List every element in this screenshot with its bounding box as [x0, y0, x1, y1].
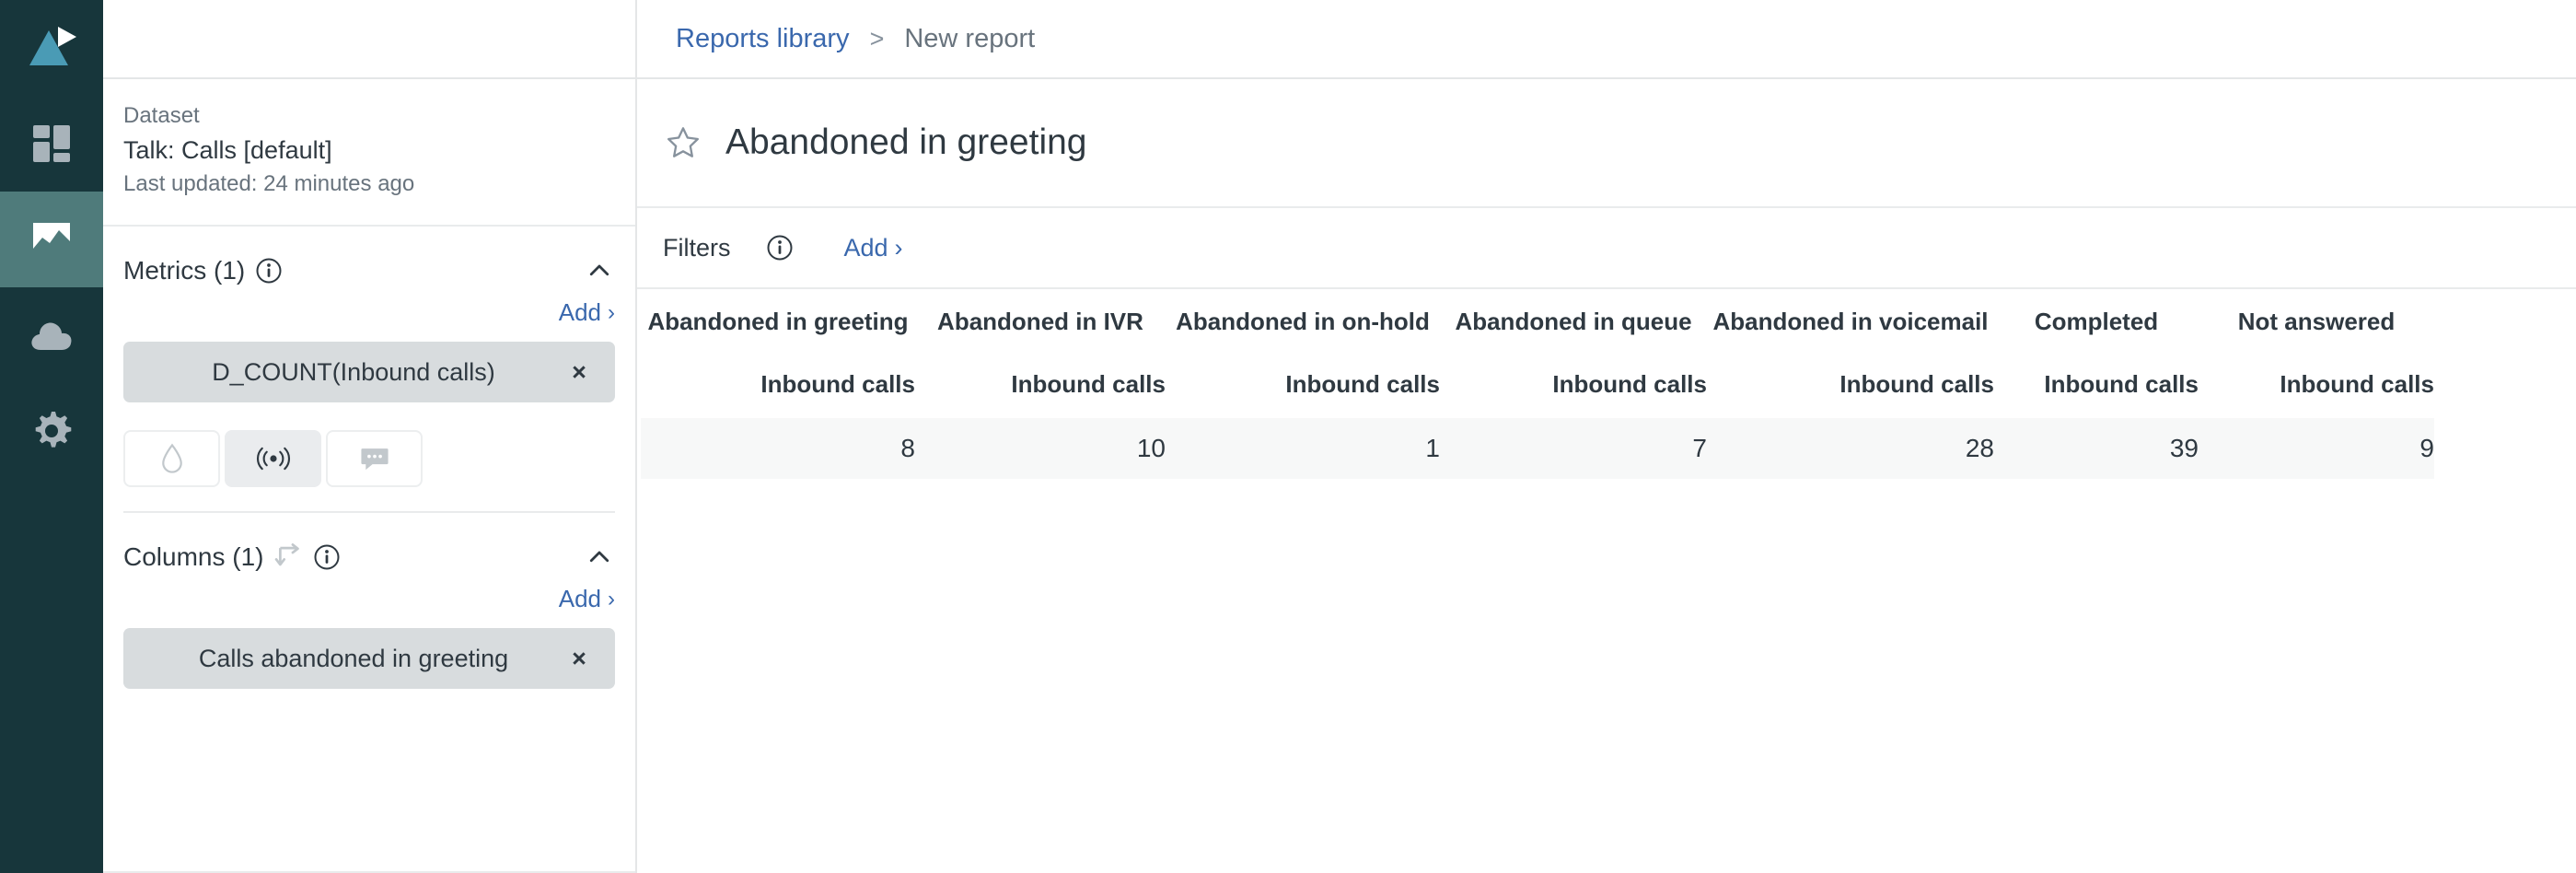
- columns-add-label: Add: [558, 585, 601, 612]
- column-chip[interactable]: Calls abandoned in greeting ×: [123, 628, 615, 689]
- table-cell: 9: [2419, 434, 2434, 462]
- chevron-up-icon[interactable]: [584, 255, 615, 286]
- metrics-add-button[interactable]: Add ›: [559, 298, 615, 327]
- columns-section: Columns (1) Add › Calls abandoned in gre…: [103, 513, 635, 689]
- columns-title: Columns (1): [123, 542, 264, 571]
- table-subcolumn-header[interactable]: Inbound calls: [2199, 350, 2434, 418]
- report-table-container: Abandoned in greeting Abandoned in IVR Aba…: [637, 289, 2576, 873]
- panel-filler: [103, 689, 635, 871]
- columns-add-button[interactable]: Add ›: [559, 585, 615, 613]
- info-icon[interactable]: [255, 257, 283, 285]
- table-cell: 28: [1965, 434, 1994, 462]
- report-table-head: Abandoned in greeting Abandoned in IVR Aba…: [641, 293, 2434, 418]
- dataset-label: Dataset: [123, 103, 200, 128]
- report-config-panel: Dataset Talk: Calls [default] Last updat…: [103, 0, 637, 873]
- metrics-add-caret: ›: [608, 299, 615, 325]
- toggle-drop[interactable]: [123, 430, 220, 487]
- remove-column-icon[interactable]: ×: [563, 645, 595, 673]
- table-header-row: Abandoned in greeting Abandoned in IVR Aba…: [641, 293, 2434, 350]
- metrics-add-row: Add ›: [123, 291, 615, 342]
- chart-icon: [29, 217, 74, 262]
- columns-add-row: Add ›: [123, 577, 615, 628]
- main-content: Reports library > New report Abandoned i…: [637, 0, 2576, 873]
- dataset-name: Talk: Calls [default]: [123, 136, 332, 164]
- info-icon[interactable]: [313, 543, 341, 571]
- filters-bar: Filters Add ›: [637, 208, 2576, 289]
- breadcrumb-current: New report: [904, 23, 1036, 53]
- panel-top-spacer: [103, 0, 635, 79]
- metric-chip[interactable]: D_COUNT(Inbound calls) ×: [123, 342, 615, 402]
- metrics-add-label: Add: [558, 298, 601, 326]
- dataset-last-updated: Last updated: 24 minutes ago: [123, 171, 415, 196]
- table-column-header[interactable]: Abandoned in queue: [1440, 293, 1707, 350]
- table-column-header[interactable]: Abandoned in voicemail: [1707, 293, 1994, 350]
- cloud-upload-icon: [29, 315, 75, 355]
- table-subheader-row: Inbound calls Inbound calls Inbound calls I…: [641, 350, 2434, 418]
- toggle-comment[interactable]: [326, 430, 423, 487]
- sidebar-item-settings[interactable]: [0, 383, 103, 479]
- table-cell: 7: [1692, 434, 1707, 462]
- table-subcolumn-header[interactable]: Inbound calls: [1994, 350, 2199, 418]
- explore-logo-icon[interactable]: [0, 0, 103, 96]
- droplet-icon: [158, 443, 186, 474]
- table-column-header[interactable]: Abandoned in on-hold: [1166, 293, 1440, 350]
- table-column-header[interactable]: Abandoned in greeting: [641, 293, 915, 350]
- filters-add-label: Add: [843, 233, 888, 262]
- report-table-body: 8 10 1 7 28 39 9: [641, 418, 2434, 479]
- breadcrumb: Reports library > New report: [637, 0, 2576, 79]
- gear-icon: [29, 409, 74, 453]
- table-cell: 10: [1136, 434, 1166, 462]
- table-column-header[interactable]: Not answered: [2199, 293, 2434, 350]
- table-subcolumn-header[interactable]: Inbound calls: [1707, 350, 1994, 418]
- remove-metric-icon[interactable]: ×: [563, 358, 595, 387]
- column-chip-label: Calls abandoned in greeting: [198, 644, 509, 672]
- filters-add-button[interactable]: Add ›: [844, 234, 903, 262]
- table-subcolumn-header[interactable]: Inbound calls: [641, 350, 915, 418]
- filters-add-caret: ›: [894, 233, 903, 262]
- metrics-section: Metrics (1) Add › D_COUNT(Inbound calls)…: [103, 227, 635, 513]
- table-cell: 1: [1425, 434, 1440, 462]
- columns-header: Columns (1): [123, 513, 615, 577]
- report-table: Abandoned in greeting Abandoned in IVR Aba…: [641, 293, 2434, 479]
- table-subcolumn-header[interactable]: Inbound calls: [915, 350, 1166, 418]
- table-column-header[interactable]: Completed: [1994, 293, 2199, 350]
- metric-display-toggle-group: [123, 402, 615, 487]
- filters-label: Filters: [663, 233, 731, 262]
- breadcrumb-reports-library-link[interactable]: Reports library: [676, 24, 850, 54]
- metrics-header: Metrics (1): [123, 227, 615, 291]
- sidebar-item-reports[interactable]: [0, 192, 103, 287]
- info-icon[interactable]: [766, 234, 794, 262]
- app-root: Dataset Talk: Calls [default] Last updat…: [0, 0, 2576, 873]
- columns-add-caret: ›: [608, 586, 615, 611]
- report-header: Abandoned in greeting: [637, 79, 2576, 208]
- swap-rows-columns-icon[interactable]: [273, 543, 303, 571]
- chevron-up-icon[interactable]: [584, 541, 615, 573]
- breadcrumb-separator: >: [869, 24, 885, 52]
- global-nav-rail: [0, 0, 103, 873]
- dashboard-grid-icon: [29, 122, 74, 166]
- star-outline-icon[interactable]: [663, 122, 703, 163]
- toggle-signal[interactable]: [225, 430, 321, 487]
- table-row: 8 10 1 7 28 39 9: [641, 418, 2434, 479]
- metrics-title: Metrics (1): [123, 256, 246, 285]
- table-subcolumn-header[interactable]: Inbound calls: [1440, 350, 1707, 418]
- broadcast-icon: [256, 445, 291, 472]
- sidebar-item-uploads[interactable]: [0, 287, 103, 383]
- sidebar-item-dashboards[interactable]: [0, 96, 103, 192]
- table-cell: 39: [2169, 434, 2199, 462]
- table-subcolumn-header[interactable]: Inbound calls: [1166, 350, 1440, 418]
- table-cell: 8: [900, 434, 915, 462]
- metric-chip-label: D_COUNT(Inbound calls): [212, 357, 495, 386]
- comment-dots-icon: [359, 445, 390, 472]
- dataset-block[interactable]: Dataset Talk: Calls [default] Last updat…: [103, 79, 635, 227]
- page-title: Abandoned in greeting: [725, 122, 1087, 162]
- table-column-header[interactable]: Abandoned in IVR: [915, 293, 1166, 350]
